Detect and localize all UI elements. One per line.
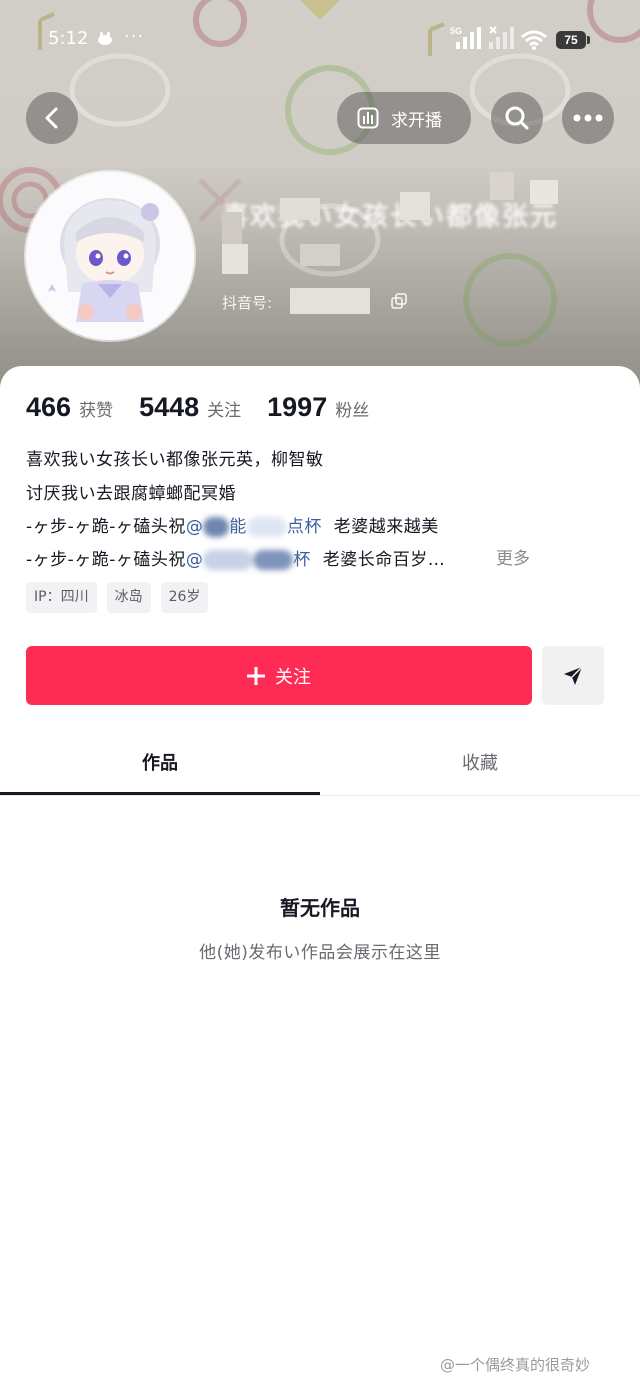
bio-more-link[interactable]: 更多 xyxy=(496,544,530,569)
mention-2-at: @ xyxy=(185,550,204,570)
more-button[interactable] xyxy=(562,92,614,144)
bio-line-4: -ヶ步-ヶ跪-ヶ磕头祝@ 杯 老婆长命百岁… xyxy=(26,545,445,570)
name-mosaic-2 xyxy=(280,198,320,220)
name-mosaic-6 xyxy=(222,244,248,274)
name-mosaic-5 xyxy=(530,180,558,204)
anime-avatar-image xyxy=(26,172,194,340)
plus-icon xyxy=(247,666,265,685)
mention-2-blur xyxy=(203,550,254,570)
search-icon xyxy=(505,106,529,130)
mention-1-blur xyxy=(203,517,230,537)
bio-line-2: 讨厌我い去跟腐蟑螂配冥婚 xyxy=(26,484,236,504)
bio-line-4-prefix: -ヶ步-ヶ跪-ヶ磕头祝 xyxy=(26,550,186,570)
status-bar: 5:12 ··· 5G 75 xyxy=(0,0,640,80)
tab-favorites[interactable]: 收藏 xyxy=(320,742,640,790)
mention-1-at: @ xyxy=(185,517,204,537)
follow-button[interactable]: 关注 xyxy=(26,646,532,705)
mention-link-2[interactable]: @ 杯 xyxy=(186,550,311,570)
app-notification-icon xyxy=(98,32,112,45)
bio-line-4-suffix: 老婆长命百岁… xyxy=(322,550,446,570)
search-button[interactable] xyxy=(491,92,543,144)
name-mosaic-3 xyxy=(400,192,430,220)
mention-1-blur-2 xyxy=(246,517,287,537)
bio-line-1: 喜欢我い女孩长い都像张元英，柳智敏 xyxy=(26,450,324,470)
ip-tag: IP：四川 xyxy=(26,582,97,613)
douyin-id-label: 抖音号: xyxy=(222,294,273,312)
douyin-id-mask xyxy=(290,288,370,314)
bio-line-3-suffix: 老婆越来越美 xyxy=(333,517,439,537)
mention-2-end: 杯 xyxy=(293,550,311,570)
followers-count[interactable]: 1997 xyxy=(267,392,327,423)
tab-works[interactable]: 作品 xyxy=(0,742,320,790)
request-live-label: 求开播 xyxy=(391,110,442,131)
following-count[interactable]: 5448 xyxy=(139,392,199,423)
mention-1-mid: 能 xyxy=(229,517,247,537)
mention-1-end: 点杯 xyxy=(286,517,322,537)
status-time: 5:12 xyxy=(48,28,89,49)
signal-2-icon xyxy=(489,26,514,49)
mention-2-blur-2 xyxy=(253,550,294,570)
empty-state-title: 暂无作品 xyxy=(280,896,360,920)
name-mosaic-1 xyxy=(222,212,242,244)
bio-line-3-prefix: -ヶ步-ヶ跪-ヶ磕头祝 xyxy=(26,517,186,537)
send-icon xyxy=(564,665,583,685)
profile-tags: IP：四川 冰岛 26岁 xyxy=(26,582,209,613)
signal-icon xyxy=(456,27,481,49)
request-live-button[interactable]: 求开播 xyxy=(337,92,471,144)
empty-state-subtitle: 他(她)发布い作品会展示在这里 xyxy=(199,943,441,963)
back-button[interactable] xyxy=(26,92,78,144)
wifi-icon xyxy=(521,30,547,50)
battery-tip xyxy=(587,36,590,44)
battery-icon: 75 xyxy=(556,31,586,49)
age-tag: 26岁 xyxy=(160,582,209,613)
following-label[interactable]: 关注 xyxy=(207,396,241,421)
copy-icon[interactable] xyxy=(391,293,407,309)
content-tabs: 作品 收藏 xyxy=(0,742,640,798)
name-mosaic-4 xyxy=(490,172,514,200)
bar-chart-icon xyxy=(357,107,379,129)
send-message-button[interactable] xyxy=(542,646,604,705)
tab-divider xyxy=(0,795,640,796)
chevron-left-icon xyxy=(45,107,58,129)
likes-label: 获赞 xyxy=(79,401,114,421)
likes-count: 466 xyxy=(26,392,72,422)
mention-link-1[interactable]: @ 能 点杯 xyxy=(186,517,322,537)
profile-stats: 466 获赞 5448 关注 1997 粉丝 xyxy=(26,392,395,423)
followers-label[interactable]: 粉丝 xyxy=(335,396,369,421)
location-tag: 冰岛 xyxy=(106,582,151,613)
profile-name: 喜欢我い女孩长い都像张元 xyxy=(222,202,559,232)
avatar[interactable] xyxy=(26,172,194,340)
bio-line-3: -ヶ步-ヶ跪-ヶ磕头祝@ 能 点杯 老婆越来越美 xyxy=(26,512,439,537)
status-more-icon: ··· xyxy=(124,26,145,47)
weibo-watermark: @一个偶终真的很奇妙 xyxy=(440,1356,591,1374)
more-dots-icon xyxy=(573,114,603,122)
follow-label: 关注 xyxy=(275,666,311,688)
name-mosaic-7 xyxy=(300,244,340,266)
